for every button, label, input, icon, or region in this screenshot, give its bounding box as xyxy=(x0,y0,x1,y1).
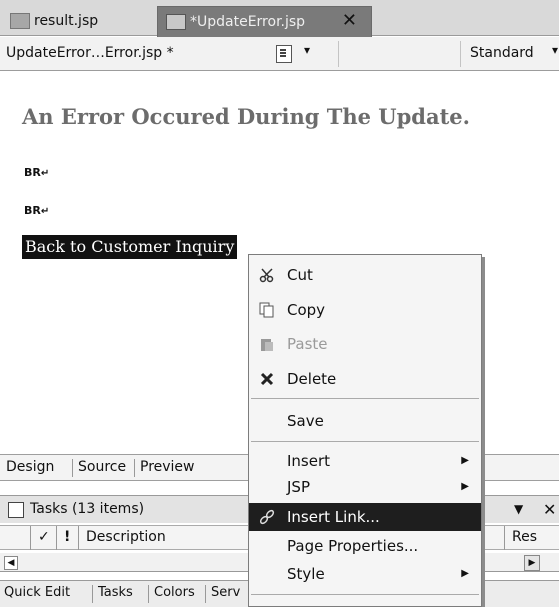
menu-item-paste[interactable]: Paste xyxy=(249,330,481,358)
scroll-right-icon[interactable]: ▶ xyxy=(524,555,540,571)
menu-item-save[interactable]: Save xyxy=(249,407,481,435)
menu-item-copy[interactable]: Copy xyxy=(249,296,481,324)
column-separator xyxy=(78,526,79,550)
tab-source[interactable]: Source xyxy=(78,459,126,475)
context-menu: Cut Copy Paste Delete Save Insert ▶ JSP … xyxy=(248,254,482,607)
submenu-arrow-icon: ▶ xyxy=(461,568,469,579)
breadcrumb: UpdateError…Error.jsp * xyxy=(6,45,174,61)
tab-tasks[interactable]: Tasks xyxy=(98,585,133,600)
scroll-left-icon[interactable]: ◀ xyxy=(4,556,18,570)
menu-item-page-properties[interactable]: Page Properties... xyxy=(249,532,481,560)
tab-quick-edit[interactable]: Quick Edit xyxy=(4,585,70,600)
customer-inquiry-link[interactable]: Back to Customer Inquiry xyxy=(22,235,238,259)
column-resource[interactable]: Res xyxy=(512,529,537,545)
menu-item-insert[interactable]: Insert ▶ xyxy=(249,447,481,475)
jsp-file-icon xyxy=(166,14,186,30)
page-heading[interactable]: An Error Occured During The Update. xyxy=(22,104,470,129)
paste-icon xyxy=(261,339,273,351)
tasks-icon xyxy=(8,502,24,518)
close-icon[interactable]: ✕ xyxy=(543,500,556,519)
column-separator xyxy=(30,526,31,550)
mode-dropdown[interactable]: Standard xyxy=(470,45,534,61)
tab-separator xyxy=(148,585,149,603)
tab-preview[interactable]: Preview xyxy=(140,459,195,475)
menu-item-delete[interactable]: Delete xyxy=(249,365,481,393)
editor-tab-bar: result.jsp *UpdateError.jsp ✕ xyxy=(0,0,559,37)
return-icon: ↵ xyxy=(40,168,50,179)
menu-item-label: Style xyxy=(287,565,325,583)
tab-separator xyxy=(134,459,135,477)
column-priority[interactable]: ! xyxy=(64,529,70,545)
menu-item-style[interactable]: Style ▶ xyxy=(249,560,481,588)
view-menu-icon[interactable]: ▼ xyxy=(514,502,523,516)
tab-separator xyxy=(92,585,93,603)
return-icon: ↵ xyxy=(40,206,50,217)
submenu-arrow-icon: ▶ xyxy=(461,481,469,492)
tab-label: result.jsp xyxy=(34,13,99,29)
column-separator xyxy=(56,526,57,550)
tab-servers[interactable]: Serv xyxy=(211,585,240,600)
column-completed[interactable]: ✓ xyxy=(38,529,50,545)
br-marker[interactable]: BR↵ xyxy=(24,166,49,179)
tab-separator xyxy=(72,459,73,477)
tab-update-error-jsp[interactable]: *UpdateError.jsp ✕ xyxy=(157,6,372,37)
jsp-file-icon xyxy=(10,13,30,29)
menu-item-insert-link[interactable]: Insert Link... xyxy=(249,503,481,531)
tab-separator xyxy=(205,585,206,603)
toolbar-separator xyxy=(460,41,461,67)
br-marker[interactable]: BR↵ xyxy=(24,204,49,217)
close-icon[interactable]: ✕ xyxy=(342,10,357,31)
menu-item-label: Insert xyxy=(287,452,331,470)
menu-item-cut[interactable]: Cut xyxy=(249,261,481,289)
copy-icon xyxy=(259,302,274,318)
chevron-down-icon[interactable]: ▾ xyxy=(304,43,310,57)
column-separator xyxy=(504,526,505,550)
menu-item-label: Insert Link... xyxy=(287,508,380,526)
menu-item-label: Paste xyxy=(287,335,328,353)
menu-item-label: Save xyxy=(287,412,324,430)
tab-colors[interactable]: Colors xyxy=(154,585,195,600)
scissors-icon xyxy=(259,268,274,283)
tab-label: *UpdateError.jsp xyxy=(190,14,306,30)
menu-item-label: Cut xyxy=(287,266,313,284)
toolbar-separator xyxy=(338,41,339,67)
submenu-arrow-icon: ▶ xyxy=(461,455,469,466)
editor-toolbar: UpdateError…Error.jsp * ▾ Standard ▾ xyxy=(0,37,559,71)
tasks-view-title: Tasks (13 items) xyxy=(30,501,145,517)
menu-item-label: Copy xyxy=(287,301,326,319)
menu-item-label: JSP xyxy=(287,478,310,496)
menu-item-jsp[interactable]: JSP ▶ xyxy=(249,473,481,501)
menu-separator xyxy=(251,594,479,595)
menu-separator xyxy=(251,398,479,399)
column-description[interactable]: Description xyxy=(86,529,166,545)
tab-result-jsp[interactable]: result.jsp xyxy=(4,6,160,36)
link-icon xyxy=(259,509,275,525)
br-label: BR xyxy=(24,204,41,217)
br-label: BR xyxy=(24,166,41,179)
menu-item-label: Page Properties... xyxy=(287,537,419,555)
menu-item-label: Delete xyxy=(287,370,337,388)
chevron-down-icon[interactable]: ▾ xyxy=(552,43,558,57)
menu-separator xyxy=(251,441,479,442)
tab-design[interactable]: Design xyxy=(6,459,54,475)
delete-icon xyxy=(260,372,274,386)
paragraph-format-icon[interactable] xyxy=(276,45,292,63)
